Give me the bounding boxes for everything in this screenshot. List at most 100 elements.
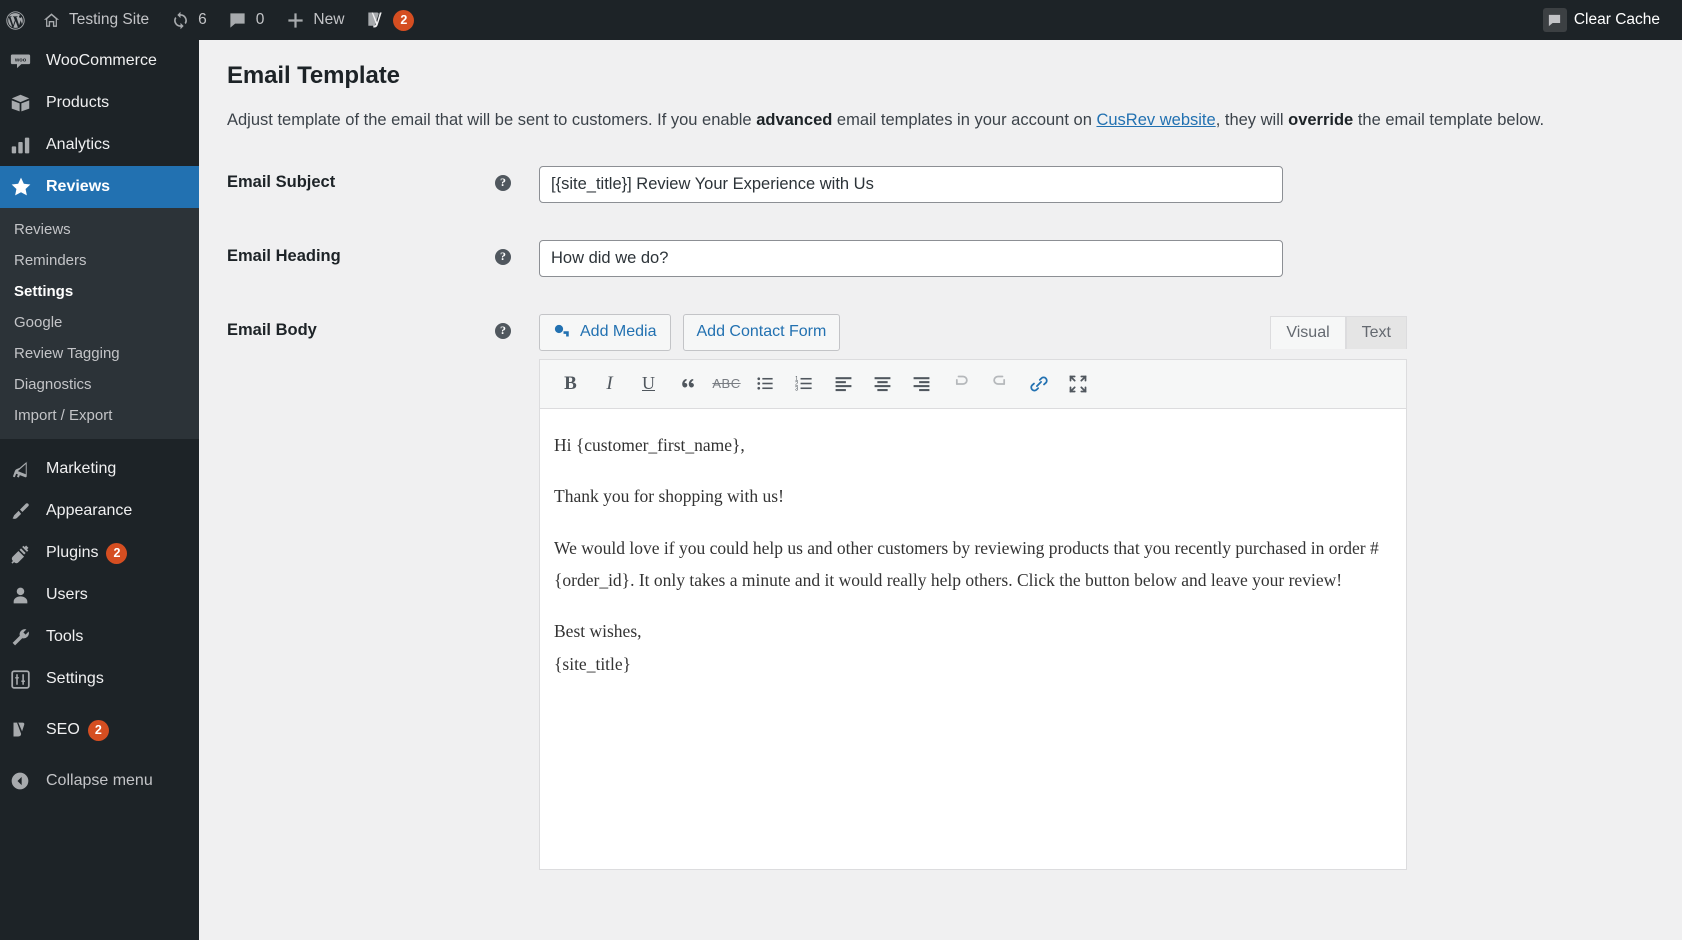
cusrev-website-link[interactable]: CusRev website [1096,111,1215,129]
page-description: Adjust template of the email that will b… [199,90,1682,133]
sidebar-subitem-google[interactable]: Google [0,307,199,338]
undo-icon[interactable] [942,365,979,402]
editor-mode-tabs: Visual Text [1270,315,1407,349]
comment-bubble-icon [1542,8,1567,32]
sidebar-item-label: Users [46,586,88,603]
desc-text-4: the email template below. [1353,111,1545,129]
wordpress-logo-icon [5,9,26,31]
add-media-button[interactable]: Add Media [539,313,671,351]
megaphone-icon [10,459,40,480]
sidebar-item-marketing[interactable]: Marketing [0,448,199,490]
sidebar-subitem-settings[interactable]: Settings [0,276,199,307]
wordpress-logo-button[interactable] [0,0,30,40]
editor-content-area[interactable]: Hi {customer_first_name}, Thank you for … [540,409,1406,869]
clear-cache-button[interactable]: Clear Cache [1533,0,1682,40]
editor-paragraph: {site_title} [554,653,632,674]
editor-paragraph: We would love if you could help us and o… [554,537,1379,590]
email-body-editor: Add Media Add Contact Form Visual Text B… [539,313,1407,870]
sidebar-item-plugins[interactable]: Plugins 2 [0,532,199,574]
bold-icon[interactable]: B [552,365,589,402]
editor-panel: B I U ABC 1 2 3 Hi {customer_first_name}… [539,358,1407,870]
sidebar-item-label: Settings [46,670,104,687]
sidebar-item-seo[interactable]: SEO 2 [0,709,199,751]
sidebar-subitem-reviews[interactable]: Reviews [0,214,199,245]
tab-visual[interactable]: Visual [1270,315,1346,349]
align-center-icon[interactable] [864,365,901,402]
sidebar-item-label: SEO [46,721,80,738]
updates-button[interactable]: 6 [159,0,217,40]
redo-icon[interactable] [981,365,1018,402]
sidebar-item-reviews[interactable]: Reviews [0,166,199,208]
paintbrush-icon [10,501,40,522]
home-icon [40,9,62,31]
site-name-button[interactable]: Testing Site [30,0,159,40]
email-heading-input[interactable] [539,239,1283,277]
svg-text:3: 3 [795,387,799,393]
email-body-label: Email Body [227,320,317,339]
sidebar-item-label: Tools [46,628,84,645]
sliders-icon [10,669,40,690]
svg-text:woo: woo [14,57,27,63]
sidebar-item-users[interactable]: Users [0,574,199,616]
collapse-menu-label: Collapse menu [46,772,153,789]
admin-bar: Testing Site 6 0 New 2 Clear Cache [0,0,1682,40]
help-icon[interactable]: ? [495,322,511,339]
plus-icon [284,9,306,31]
admin-sidebar: woo WooCommerce Products Analytics Revie… [0,40,199,940]
sidebar-item-products[interactable]: Products [0,82,199,124]
email-heading-row: Email Heading ? [199,239,1682,277]
analytics-bars-icon [10,135,40,156]
blockquote-icon[interactable] [669,365,706,402]
tab-text[interactable]: Text [1345,315,1407,349]
clear-cache-label: Clear Cache [1573,11,1660,28]
help-icon[interactable]: ? [495,248,511,265]
page-title: Email Template [227,62,400,89]
numbered-list-icon[interactable]: 1 2 3 [786,365,823,402]
sidebar-subitem-diagnostics[interactable]: Diagnostics [0,369,199,400]
bulleted-list-icon[interactable] [747,365,784,402]
seo-menu-button[interactable]: 2 [354,0,424,40]
sidebar-item-tools[interactable]: Tools [0,616,199,658]
add-contact-form-button[interactable]: Add Contact Form [682,313,841,351]
fullscreen-icon[interactable] [1059,365,1096,402]
sidebar-subitem-review-tagging[interactable]: Review Tagging [0,338,199,369]
sidebar-item-appearance[interactable]: Appearance [0,490,199,532]
media-icon [553,323,571,341]
align-right-icon[interactable] [903,365,940,402]
woocommerce-icon: woo [10,51,40,72]
desc-bold-override: override [1288,111,1354,129]
insert-link-icon[interactable] [1020,365,1057,402]
sidebar-item-analytics[interactable]: Analytics [0,124,199,166]
strikethrough-icon[interactable]: ABC [708,365,745,402]
email-subject-row: Email Subject ? [199,165,1682,203]
sidebar-item-settings[interactable]: Settings [0,658,199,700]
wrench-icon [10,627,40,648]
underline-icon[interactable]: U [630,365,667,402]
help-icon[interactable]: ? [495,174,511,191]
email-subject-input[interactable] [539,165,1283,203]
user-icon [10,585,40,606]
desc-text-3: , they will [1215,111,1289,129]
email-subject-label: Email Subject [227,172,336,191]
comments-button[interactable]: 0 [217,0,275,40]
add-media-label: Add Media [580,323,657,341]
collapse-menu-button[interactable]: Collapse menu [0,760,199,802]
yoast-seo-icon [10,720,40,741]
seo-sidebar-badge-count: 2 [87,719,109,741]
sidebar-subitem-import-export[interactable]: Import / Export [0,400,199,431]
sidebar-subitem-reminders[interactable]: Reminders [0,245,199,276]
align-left-icon[interactable] [825,365,862,402]
sidebar-item-woocommerce[interactable]: woo WooCommerce [0,40,199,82]
yoast-seo-icon [364,9,386,31]
email-subject-field-wrap [539,165,1283,203]
editor-paragraph: Best wishes, [554,621,642,642]
star-icon [10,176,40,198]
updates-icon [169,9,191,31]
new-content-button[interactable]: New [274,0,354,40]
italic-icon[interactable]: I [591,365,628,402]
sidebar-item-label: Products [46,94,110,111]
add-contact-form-label: Add Contact Form [696,323,827,341]
new-content-label: New [313,11,345,28]
email-body-row: Email Body ? Add Media Add Contact Form [199,313,1682,870]
sidebar-separator [0,751,199,760]
